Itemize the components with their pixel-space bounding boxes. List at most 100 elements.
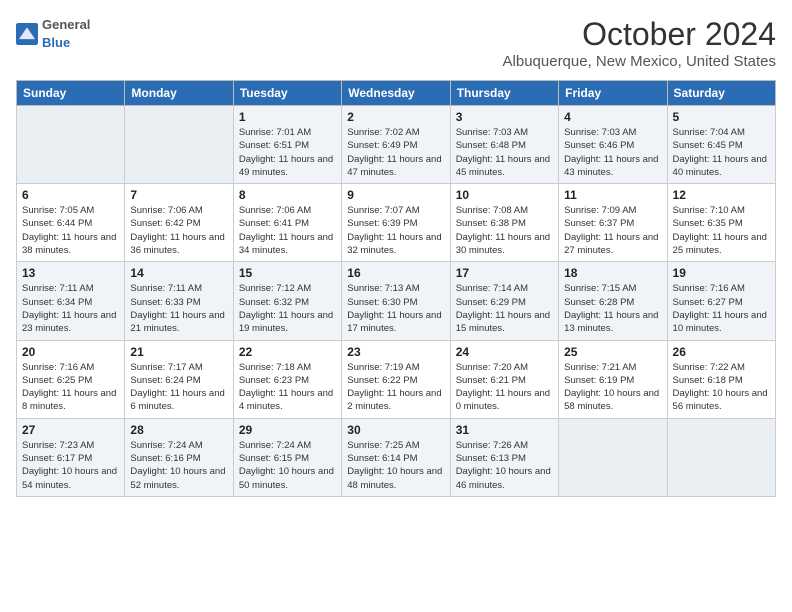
cell-info: Sunrise: 7:11 AMSunset: 6:34 PMDaylight:…: [22, 282, 119, 335]
day-number: 31: [456, 423, 553, 437]
calendar-cell: 22 Sunrise: 7:18 AMSunset: 6:23 PMDayligh…: [233, 340, 341, 418]
cell-info: Sunrise: 7:18 AMSunset: 6:23 PMDaylight:…: [239, 361, 336, 414]
cell-info: Sunrise: 7:08 AMSunset: 6:38 PMDaylight:…: [456, 204, 553, 257]
cell-info: Sunrise: 7:15 AMSunset: 6:28 PMDaylight:…: [564, 282, 661, 335]
day-number: 24: [456, 345, 553, 359]
calendar-cell: 20 Sunrise: 7:16 AMSunset: 6:25 PMDayligh…: [17, 340, 125, 418]
day-number: 13: [22, 266, 119, 280]
day-number: 1: [239, 110, 336, 124]
calendar-cell: 24 Sunrise: 7:20 AMSunset: 6:21 PMDayligh…: [450, 340, 558, 418]
location: Albuquerque, New Mexico, United States: [503, 53, 776, 70]
cell-info: Sunrise: 7:24 AMSunset: 6:15 PMDaylight:…: [239, 439, 336, 492]
calendar-cell: 13 Sunrise: 7:11 AMSunset: 6:34 PMDayligh…: [17, 262, 125, 340]
cell-info: Sunrise: 7:26 AMSunset: 6:13 PMDaylight:…: [456, 439, 553, 492]
cell-info: Sunrise: 7:13 AMSunset: 6:30 PMDaylight:…: [347, 282, 444, 335]
calendar-cell: [667, 418, 775, 496]
cell-info: Sunrise: 7:16 AMSunset: 6:27 PMDaylight:…: [673, 282, 770, 335]
logo: General Blue: [16, 16, 90, 52]
calendar-cell: 17 Sunrise: 7:14 AMSunset: 6:29 PMDayligh…: [450, 262, 558, 340]
col-header-monday: Monday: [125, 81, 233, 106]
calendar-table: SundayMondayTuesdayWednesdayThursdayFrid…: [16, 80, 776, 497]
col-header-saturday: Saturday: [667, 81, 775, 106]
cell-info: Sunrise: 7:12 AMSunset: 6:32 PMDaylight:…: [239, 282, 336, 335]
calendar-cell: 9Sunrise: 7:07 AMSunset: 6:39 PMDaylight…: [342, 184, 450, 262]
col-header-sunday: Sunday: [17, 81, 125, 106]
calendar-cell: 25Sunrise: 7:21 AMSunset: 6:19 PMDayligh…: [559, 340, 667, 418]
day-number: 5: [673, 110, 770, 124]
calendar-cell: 18Sunrise: 7:15 AMSunset: 6:28 PMDayligh…: [559, 262, 667, 340]
day-number: 9: [347, 188, 444, 202]
day-number: 20: [22, 345, 119, 359]
cell-info: Sunrise: 7:09 AMSunset: 6:37 PMDaylight:…: [564, 204, 661, 257]
day-number: 28: [130, 423, 227, 437]
calendar-cell: 10 Sunrise: 7:08 AMSunset: 6:38 PMDayligh…: [450, 184, 558, 262]
day-number: 16: [347, 266, 444, 280]
calendar-cell: [559, 418, 667, 496]
cell-info: Sunrise: 7:22 AMSunset: 6:18 PMDaylight:…: [673, 361, 770, 414]
cell-info: Sunrise: 7:11 AMSunset: 6:33 PMDaylight:…: [130, 282, 227, 335]
calendar-cell: 21 Sunrise: 7:17 AMSunset: 6:24 PMDayligh…: [125, 340, 233, 418]
cell-info: Sunrise: 7:20 AMSunset: 6:21 PMDaylight:…: [456, 361, 553, 414]
calendar-cell: 28 Sunrise: 7:24 AMSunset: 6:16 PMDayligh…: [125, 418, 233, 496]
day-number: 26: [673, 345, 770, 359]
page-header: General Blue October 2024 Albuquerque, N…: [16, 16, 776, 70]
calendar-cell: 7 Sunrise: 7:06 AMSunset: 6:42 PMDaylight…: [125, 184, 233, 262]
calendar-cell: 14 Sunrise: 7:11 AMSunset: 6:33 PMDayligh…: [125, 262, 233, 340]
day-number: 25: [564, 345, 661, 359]
cell-info: Sunrise: 7:05 AMSunset: 6:44 PMDaylight:…: [22, 204, 119, 257]
cell-info: Sunrise: 7:17 AMSunset: 6:24 PMDaylight:…: [130, 361, 227, 414]
calendar-cell: [17, 106, 125, 184]
day-number: 7: [130, 188, 227, 202]
calendar-cell: 30 Sunrise: 7:25 AMSunset: 6:14 PMDayligh…: [342, 418, 450, 496]
calendar-cell: 12Sunrise: 7:10 AMSunset: 6:35 PMDayligh…: [667, 184, 775, 262]
cell-info: Sunrise: 7:06 AMSunset: 6:42 PMDaylight:…: [130, 204, 227, 257]
cell-info: Sunrise: 7:16 AMSunset: 6:25 PMDaylight:…: [22, 361, 119, 414]
day-number: 17: [456, 266, 553, 280]
cell-info: Sunrise: 7:01 AMSunset: 6:51 PMDaylight:…: [239, 126, 336, 179]
calendar-cell: 3Sunrise: 7:03 AMSunset: 6:48 PMDaylight…: [450, 106, 558, 184]
calendar-cell: 2 Sunrise: 7:02 AMSunset: 6:49 PMDaylight…: [342, 106, 450, 184]
day-number: 23: [347, 345, 444, 359]
logo-general: General: [42, 17, 90, 32]
day-number: 8: [239, 188, 336, 202]
day-number: 14: [130, 266, 227, 280]
day-number: 22: [239, 345, 336, 359]
calendar-cell: 15Sunrise: 7:12 AMSunset: 6:32 PMDayligh…: [233, 262, 341, 340]
cell-info: Sunrise: 7:24 AMSunset: 6:16 PMDaylight:…: [130, 439, 227, 492]
cell-info: Sunrise: 7:04 AMSunset: 6:45 PMDaylight:…: [673, 126, 770, 179]
calendar-cell: 4 Sunrise: 7:03 AMSunset: 6:46 PMDaylight…: [559, 106, 667, 184]
calendar-cell: 8 Sunrise: 7:06 AMSunset: 6:41 PMDaylight…: [233, 184, 341, 262]
day-number: 2: [347, 110, 444, 124]
day-number: 30: [347, 423, 444, 437]
calendar-cell: 16 Sunrise: 7:13 AMSunset: 6:30 PMDayligh…: [342, 262, 450, 340]
cell-info: Sunrise: 7:06 AMSunset: 6:41 PMDaylight:…: [239, 204, 336, 257]
calendar-cell: 6 Sunrise: 7:05 AMSunset: 6:44 PMDaylight…: [17, 184, 125, 262]
calendar-cell: [125, 106, 233, 184]
col-header-wednesday: Wednesday: [342, 81, 450, 106]
col-header-thursday: Thursday: [450, 81, 558, 106]
day-number: 27: [22, 423, 119, 437]
month-title: October 2024: [503, 16, 776, 53]
day-number: 29: [239, 423, 336, 437]
day-number: 11: [564, 188, 661, 202]
cell-info: Sunrise: 7:23 AMSunset: 6:17 PMDaylight:…: [22, 439, 119, 492]
col-header-friday: Friday: [559, 81, 667, 106]
cell-info: Sunrise: 7:03 AMSunset: 6:46 PMDaylight:…: [564, 126, 661, 179]
calendar-cell: 31 Sunrise: 7:26 AMSunset: 6:13 PMDayligh…: [450, 418, 558, 496]
day-number: 6: [22, 188, 119, 202]
calendar-cell: 11 Sunrise: 7:09 AMSunset: 6:37 PMDayligh…: [559, 184, 667, 262]
cell-info: Sunrise: 7:02 AMSunset: 6:49 PMDaylight:…: [347, 126, 444, 179]
calendar-cell: 19Sunrise: 7:16 AMSunset: 6:27 PMDayligh…: [667, 262, 775, 340]
calendar-cell: 27 Sunrise: 7:23 AMSunset: 6:17 PMDayligh…: [17, 418, 125, 496]
logo-blue: Blue: [42, 35, 70, 50]
calendar-cell: 26 Sunrise: 7:22 AMSunset: 6:18 PMDayligh…: [667, 340, 775, 418]
calendar-cell: 5 Sunrise: 7:04 AMSunset: 6:45 PMDaylight…: [667, 106, 775, 184]
calendar-cell: 23Sunrise: 7:19 AMSunset: 6:22 PMDayligh…: [342, 340, 450, 418]
calendar-cell: 29 Sunrise: 7:24 AMSunset: 6:15 PMDayligh…: [233, 418, 341, 496]
cell-info: Sunrise: 7:14 AMSunset: 6:29 PMDaylight:…: [456, 282, 553, 335]
cell-info: Sunrise: 7:25 AMSunset: 6:14 PMDaylight:…: [347, 439, 444, 492]
col-header-tuesday: Tuesday: [233, 81, 341, 106]
day-number: 4: [564, 110, 661, 124]
day-number: 21: [130, 345, 227, 359]
day-number: 10: [456, 188, 553, 202]
